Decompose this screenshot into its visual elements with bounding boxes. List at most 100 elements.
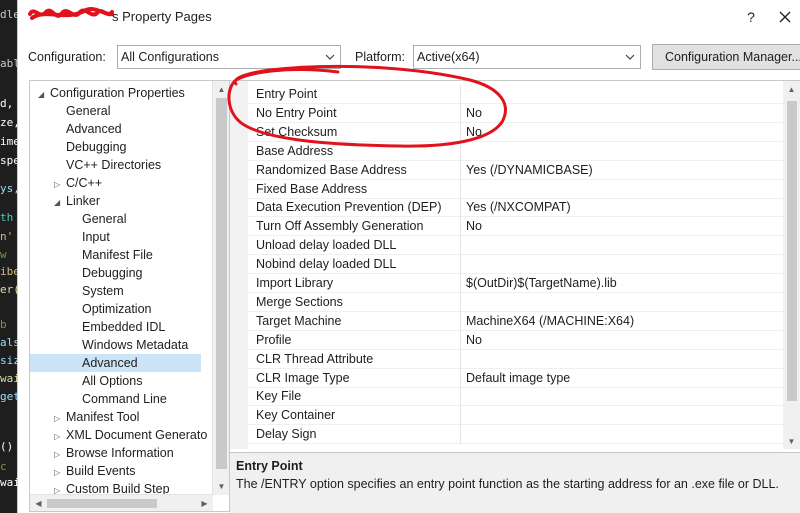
tree-item-label: Build Events: [66, 464, 136, 478]
tree-item[interactable]: Advanced: [30, 354, 201, 372]
property-row[interactable]: CLR Thread Attribute: [248, 349, 783, 369]
tree-item[interactable]: ▷ C/C++: [54, 174, 102, 192]
tree-horizontal-scroll-thumb[interactable]: [47, 499, 157, 508]
tree-item[interactable]: Debugging: [54, 138, 126, 156]
tree-item[interactable]: Embedded IDL: [70, 318, 165, 336]
configuration-label: Configuration:: [28, 50, 106, 64]
code-line: ime: [0, 135, 17, 148]
property-row[interactable]: Merge Sections: [248, 292, 783, 312]
property-row[interactable]: Delay Sign: [248, 425, 783, 445]
code-line: b: [0, 318, 7, 331]
property-name: Delay Sign: [256, 427, 317, 442]
scroll-left-icon[interactable]: ◀: [30, 495, 47, 511]
code-line: ys,: [0, 182, 17, 195]
property-value[interactable]: No: [466, 219, 482, 233]
property-grid-vertical-scrollbar[interactable]: ▲ ▼: [783, 81, 800, 449]
property-row[interactable]: Key Container: [248, 406, 783, 426]
code-line: ibe: [0, 265, 17, 278]
tree-item[interactable]: Debugging: [70, 264, 142, 282]
platform-combobox[interactable]: Active(x64): [413, 45, 641, 69]
code-line: dle: [0, 8, 17, 21]
tree-item[interactable]: VC++ Directories: [54, 156, 161, 174]
platform-value: Active(x64): [417, 50, 480, 64]
column-separator: [460, 198, 461, 218]
property-name: Base Address: [256, 143, 334, 158]
property-row[interactable]: Import Library $(OutDir)$(TargetName).lib: [248, 274, 783, 293]
property-value[interactable]: Default image type: [466, 371, 570, 385]
tree-vertical-scrollbar[interactable]: ▲ ▼: [212, 81, 229, 495]
code-line: ze,: [0, 116, 17, 129]
property-row[interactable]: Target Machine MachineX64 (/MACHINE:X64): [248, 311, 783, 331]
platform-label: Platform:: [355, 50, 406, 64]
tree-item[interactable]: System: [70, 282, 124, 300]
tree-item[interactable]: Command Line: [70, 390, 167, 408]
tree-item[interactable]: All Options: [70, 372, 142, 390]
description-title: Entry Point: [236, 459, 303, 473]
property-row[interactable]: Randomized Base Address Yes (/DYNAMICBASE…: [248, 160, 783, 180]
tree-item[interactable]: ◢ Linker: [54, 192, 100, 210]
tree-item[interactable]: General: [54, 102, 110, 120]
property-row[interactable]: Unload delay loaded DLL: [248, 236, 783, 256]
property-row[interactable]: Turn Off Assembly Generation No: [248, 217, 783, 237]
configuration-value: All Configurations: [121, 50, 219, 64]
property-row[interactable]: Entry Point: [248, 85, 783, 104]
tree-horizontal-scrollbar[interactable]: ◀ ▶: [30, 494, 213, 511]
help-button[interactable]: ?: [739, 6, 763, 28]
tree-item-label: C/C++: [66, 176, 103, 190]
tree-item[interactable]: ▷ Browse Information: [54, 444, 174, 462]
tree-vertical-scroll-thumb[interactable]: [216, 98, 227, 469]
scroll-up-icon[interactable]: ▲: [213, 81, 229, 98]
column-separator: [460, 387, 461, 407]
property-value[interactable]: No: [466, 106, 482, 120]
property-name: Profile: [256, 332, 292, 347]
property-row[interactable]: Fixed Base Address: [248, 179, 783, 199]
tree-item[interactable]: ▷ Build Events: [54, 462, 135, 480]
close-button[interactable]: [773, 6, 797, 28]
property-row[interactable]: Base Address: [248, 141, 783, 161]
configuration-combobox[interactable]: All Configurations: [117, 45, 341, 69]
tree-item[interactable]: ◢ Configuration Properties: [38, 84, 185, 102]
tree-item[interactable]: ▷ XML Document Generato: [54, 426, 207, 444]
tree-expanded-icon[interactable]: ◢: [54, 194, 66, 212]
scroll-down-icon[interactable]: ▼: [213, 478, 229, 495]
property-name: Target Machine: [256, 313, 342, 328]
tree-item[interactable]: General: [70, 210, 126, 228]
property-value[interactable]: No: [466, 125, 482, 139]
property-row[interactable]: Profile No: [248, 330, 783, 350]
property-grid-scroll-thumb[interactable]: [787, 101, 797, 401]
code-line: c: [0, 460, 7, 473]
column-separator: [460, 292, 461, 312]
configuration-manager-button[interactable]: Configuration Manager...: [652, 44, 800, 70]
column-separator: [460, 311, 461, 331]
tree-item-label: Manifest Tool: [66, 410, 140, 424]
property-name: Entry Point: [256, 87, 318, 101]
property-row[interactable]: Data Execution Prevention (DEP) Yes (/NXC…: [248, 198, 783, 218]
column-separator: [460, 141, 461, 161]
tree-item[interactable]: Windows Metadata: [70, 336, 188, 354]
scroll-up-icon[interactable]: ▲: [783, 81, 800, 98]
property-row[interactable]: Set Checksum No: [248, 122, 783, 142]
column-separator: [460, 103, 461, 123]
property-value[interactable]: No: [466, 333, 482, 347]
property-value[interactable]: $(OutDir)$(TargetName).lib: [466, 276, 617, 290]
column-separator: [460, 160, 461, 180]
property-grid[interactable]: Entry Point No Entry Point No Set Checksum N…: [230, 80, 800, 449]
tree-item[interactable]: Manifest File: [70, 246, 153, 264]
tree-item[interactable]: ▷ Manifest Tool: [54, 408, 139, 426]
property-row[interactable]: CLR Image Type Default image type: [248, 368, 783, 388]
scroll-down-icon[interactable]: ▼: [783, 433, 800, 449]
property-row[interactable]: Key File: [248, 387, 783, 407]
property-row[interactable]: No Entry Point No: [248, 103, 783, 123]
tree-item[interactable]: Input: [70, 228, 110, 246]
code-line: wai: [0, 476, 17, 489]
tree-item[interactable]: Optimization: [70, 300, 151, 318]
tree-expanded-icon[interactable]: ◢: [38, 86, 50, 104]
tree-item[interactable]: Advanced: [54, 120, 122, 138]
property-value[interactable]: MachineX64 (/MACHINE:X64): [466, 314, 634, 328]
property-value[interactable]: Yes (/NXCOMPAT): [466, 200, 571, 214]
property-tree[interactable]: ◢ Configuration Properties General Advanced…: [29, 80, 230, 512]
scroll-right-icon[interactable]: ▶: [196, 495, 213, 511]
property-row[interactable]: Nobind delay loaded DLL: [248, 255, 783, 275]
tree-item-label: Optimization: [82, 302, 152, 316]
property-value[interactable]: Yes (/DYNAMICBASE): [466, 163, 593, 177]
